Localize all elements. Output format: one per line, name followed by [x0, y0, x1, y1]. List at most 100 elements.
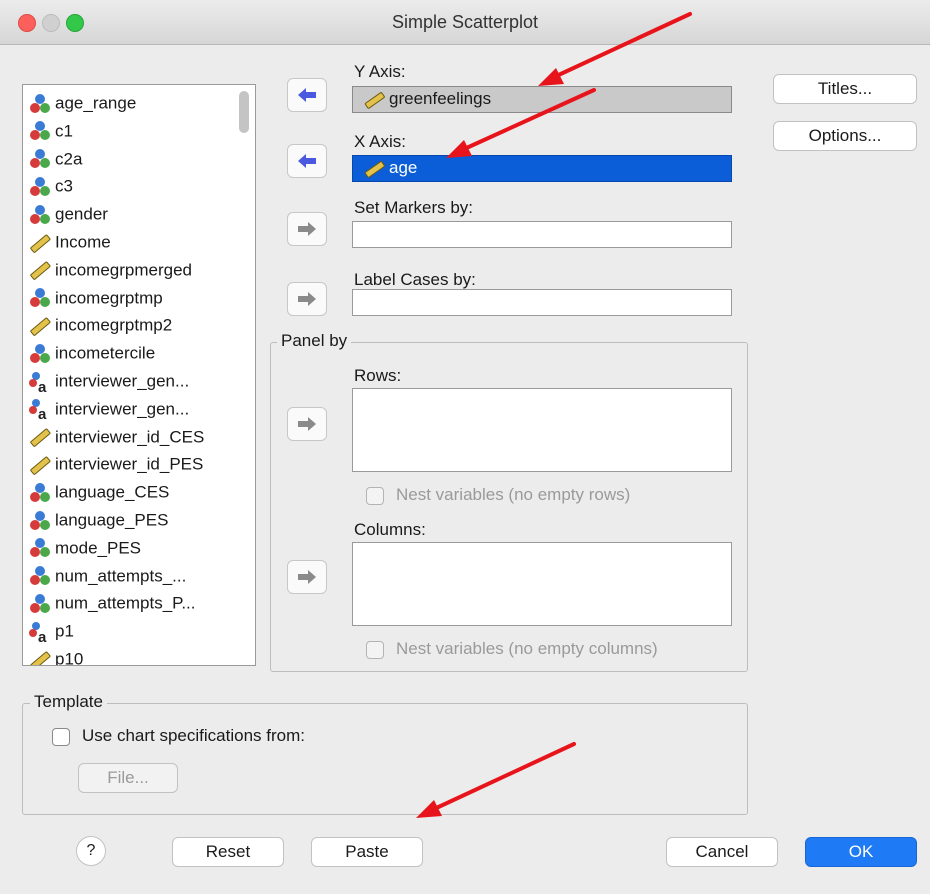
use-spec-checkbox[interactable] [52, 728, 70, 746]
variable-list-item[interactable]: incomegrptmp2 [29, 311, 172, 339]
variable-list-item[interactable]: interviewer_id_CES [29, 423, 204, 451]
variable-name: incomegrptmp2 [55, 315, 173, 335]
nest-rows-label: Nest variables (no empty rows) [396, 485, 631, 504]
use-spec-label: Use chart specifications from: [82, 726, 305, 745]
file-button[interactable]: File... [78, 763, 178, 793]
paste-button[interactable]: Paste [311, 837, 423, 867]
ok-button[interactable]: OK [805, 837, 917, 867]
scale-ruler-icon [29, 427, 55, 447]
variable-list-item[interactable]: num_attempts_... [29, 562, 186, 590]
svg-text:a: a [38, 406, 47, 420]
x-axis-value: age [389, 158, 418, 177]
variable-name: interviewer_gen... [55, 371, 190, 391]
variable-list-item[interactable]: c2a [29, 145, 82, 173]
variable-list-item[interactable]: p10 [29, 645, 84, 666]
nominal-icon [29, 538, 55, 558]
scale-ruler-icon [29, 260, 55, 281]
string-nominal-icon: a [29, 371, 55, 393]
variable-list-item[interactable]: language_PES [29, 506, 168, 534]
nominal-icon [29, 566, 55, 586]
arrow-right-icon [298, 570, 316, 584]
scale-ruler-icon [29, 454, 55, 475]
variable-list-item[interactable]: a interviewer_gen... [29, 395, 189, 423]
string-nominal-icon: a [29, 399, 55, 420]
scale-ruler-icon [364, 160, 385, 178]
label-cases-field[interactable] [352, 289, 732, 316]
nominal-icon [29, 482, 55, 502]
variable-list-item[interactable]: a p1 [29, 617, 74, 645]
variable-list[interactable]: age_range c1 c2a c3 gender Income incomegrpmer… [22, 84, 256, 666]
variable-name: incomegrptmp [55, 288, 163, 308]
variable-list-item[interactable]: incomegrptmp [29, 284, 163, 312]
variable-list-item[interactable]: incometercile [29, 339, 155, 367]
variable-list-scrollbar[interactable] [239, 91, 249, 133]
y-axis-label: Y Axis: [354, 62, 406, 81]
rows-label: Rows: [354, 366, 402, 385]
move-to-x-axis-button[interactable] [287, 144, 327, 178]
arrow-right-icon [298, 417, 316, 431]
title-bar: Simple Scatterplot [0, 0, 930, 45]
variable-name: gender [55, 204, 108, 224]
rows-field[interactable] [352, 388, 732, 472]
variable-list-item[interactable]: a interviewer_gen... [29, 367, 189, 395]
variable-list-item[interactable]: age_range [29, 89, 136, 117]
panel-by-legend: Panel by [277, 331, 352, 351]
variable-name: c3 [55, 176, 73, 196]
variable-list-item[interactable]: c1 [29, 117, 73, 145]
nominal-icon [29, 593, 55, 613]
nominal-icon [29, 93, 55, 113]
nest-rows-checkbox[interactable] [366, 487, 384, 505]
reset-button[interactable]: Reset [172, 837, 284, 867]
variable-name: incometercile [55, 343, 156, 363]
variable-name: interviewer_id_CES [55, 427, 205, 447]
variable-name: interviewer_id_PES [55, 454, 204, 474]
variable-list-item[interactable]: num_attempts_P... [29, 589, 196, 617]
cancel-button[interactable]: Cancel [666, 837, 778, 867]
x-axis-label: X Axis: [354, 132, 406, 151]
nominal-icon [29, 343, 55, 363]
scale-ruler-icon [29, 649, 55, 665]
string-nominal-icon: a [29, 621, 55, 643]
variable-name: c2a [55, 149, 83, 169]
nest-columns-checkbox[interactable] [366, 641, 384, 659]
variable-list-item[interactable]: gender [29, 200, 108, 228]
variable-name: interviewer_gen... [55, 399, 190, 419]
variable-name: incomegrpmerged [55, 260, 193, 280]
variable-name: language_CES [55, 482, 170, 502]
arrow-right-icon [298, 222, 316, 236]
y-axis-field[interactable]: greenfeelings [352, 86, 732, 113]
variable-list-item[interactable]: c3 [29, 172, 73, 200]
variable-list-item[interactable]: Income [29, 228, 111, 256]
nominal-icon [29, 510, 55, 530]
x-axis-field[interactable]: age [352, 155, 732, 182]
arrow-left-icon [298, 88, 316, 102]
variable-list-item[interactable]: language_CES [29, 478, 169, 506]
variable-list-item[interactable]: interviewer_id_PES [29, 450, 203, 478]
arrow-left-icon [298, 154, 316, 168]
columns-field[interactable] [352, 542, 732, 626]
variable-name: language_PES [55, 510, 169, 530]
nest-columns-label: Nest variables (no empty columns) [396, 639, 658, 658]
nominal-icon [29, 149, 55, 169]
titles-button[interactable]: Titles... [773, 74, 917, 104]
move-to-y-axis-button[interactable] [287, 78, 327, 112]
variable-list-item[interactable]: mode_PES [29, 534, 141, 562]
options-button[interactable]: Options... [773, 121, 917, 151]
move-to-markers-button[interactable] [287, 212, 327, 246]
template-group [22, 703, 748, 815]
columns-label: Columns: [354, 520, 426, 539]
svg-text:a: a [38, 379, 47, 393]
annotation-arrowhead [538, 68, 564, 86]
help-button[interactable]: ? [76, 836, 106, 866]
variable-name: p10 [55, 649, 84, 666]
variable-name: c1 [55, 121, 73, 141]
move-to-columns-button[interactable] [287, 560, 327, 594]
template-legend: Template [30, 692, 107, 712]
move-to-label-cases-button[interactable] [287, 282, 327, 316]
variable-name: mode_PES [55, 538, 141, 558]
svg-text:a: a [38, 629, 47, 643]
variable-list-item[interactable]: incomegrpmerged [29, 256, 192, 284]
move-to-rows-button[interactable] [287, 407, 327, 441]
set-markers-field[interactable] [352, 221, 732, 248]
label-cases-label: Label Cases by: [354, 270, 476, 289]
